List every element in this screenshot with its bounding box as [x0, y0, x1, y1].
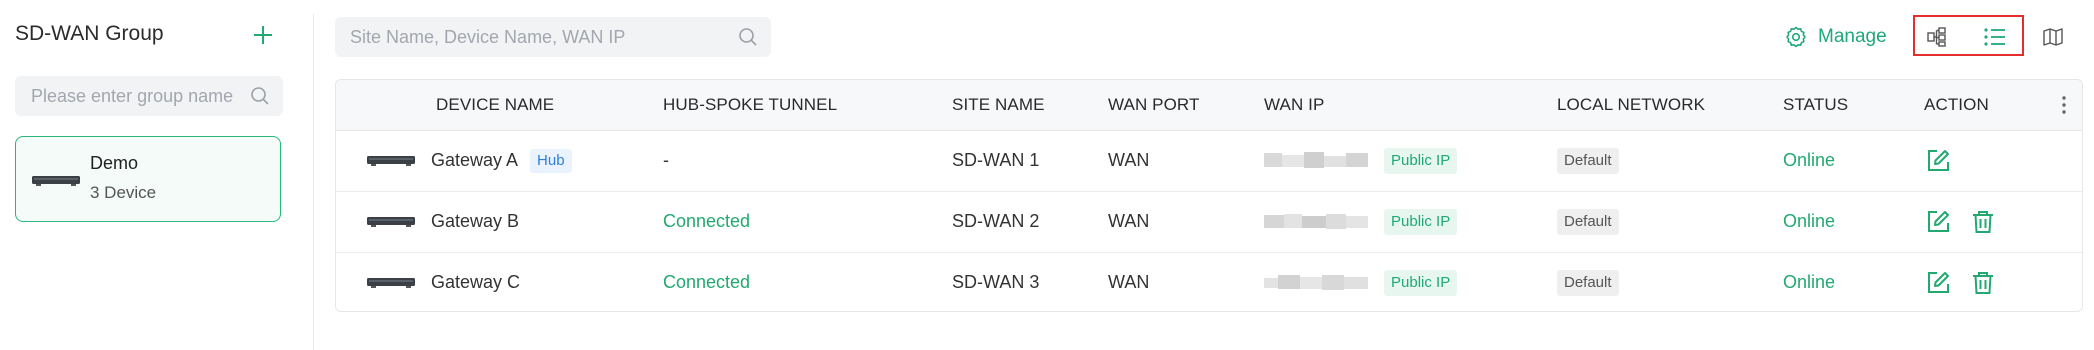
group-card-demo[interactable]: Demo 3 Device [15, 136, 281, 222]
site-name: SD-WAN 2 [952, 211, 1040, 231]
status-text: Online [1783, 150, 1836, 170]
gateway-device-icon [367, 217, 415, 227]
edit-icon[interactable] [1925, 209, 1951, 235]
wan-port: WAN [1108, 272, 1150, 292]
search-icon[interactable] [738, 27, 758, 47]
tunnel-status: Connected [663, 272, 751, 292]
table-row: Gateway C Connected SD-WAN 3 WAN Public … [336, 252, 2082, 311]
add-group-button[interactable] [248, 20, 278, 50]
plus-icon [254, 26, 272, 44]
gateway-device-icon [367, 278, 415, 288]
list-icon [1984, 28, 2005, 46]
column-header-wan-port[interactable]: WAN PORT [1108, 80, 1199, 130]
device-search-input[interactable] [335, 17, 730, 57]
list-view-button[interactable] [1978, 22, 2012, 52]
more-vertical-icon[interactable] [2056, 94, 2072, 116]
device-name[interactable]: Gateway A [431, 150, 518, 170]
column-header-site-name[interactable]: SITE NAME [952, 80, 1045, 130]
manage-button[interactable]: Manage [1784, 22, 1887, 52]
column-header-device-name[interactable]: DEVICE NAME [436, 80, 554, 130]
delete-icon[interactable] [1970, 209, 1996, 235]
device-name[interactable]: Gateway C [431, 252, 520, 311]
status-text: Online [1783, 211, 1836, 231]
status-text: Online [1783, 272, 1836, 292]
column-header-local-network[interactable]: LOCAL NETWORK [1557, 80, 1705, 130]
gateway-device-icon [32, 176, 80, 186]
column-header-wan-ip[interactable]: WAN IP [1264, 80, 1324, 130]
column-header-status[interactable]: STATUS [1783, 80, 1848, 130]
site-name: SD-WAN 1 [952, 150, 1040, 170]
public-ip-badge: Public IP [1384, 270, 1458, 296]
map-icon [2043, 28, 2063, 46]
sidebar: SD-WAN Group Demo 3 Device [0, 0, 313, 350]
local-network-badge: Default [1557, 148, 1619, 174]
table-header: DEVICE NAME HUB-SPOKE TUNNEL SITE NAME W… [336, 80, 2082, 131]
column-header-hub-spoke-tunnel[interactable]: HUB-SPOKE TUNNEL [663, 80, 837, 130]
wan-port: WAN [1108, 150, 1150, 170]
topology-icon [1927, 27, 1946, 47]
tunnel-status: - [663, 150, 669, 170]
delete-icon[interactable] [1970, 270, 1996, 296]
sidebar-divider [313, 14, 314, 350]
tunnel-status: Connected [663, 211, 751, 231]
group-name: Demo [90, 153, 139, 173]
map-view-button[interactable] [2036, 22, 2070, 52]
hub-badge: Hub [530, 149, 572, 174]
column-header-action: ACTION [1924, 95, 1989, 114]
gateway-device-icon [367, 156, 415, 166]
sidebar-title: SD-WAN Group [15, 22, 164, 45]
search-icon[interactable] [250, 86, 270, 106]
wan-port: WAN [1108, 211, 1150, 231]
wan-ip-redacted [1264, 152, 1368, 168]
group-device-count: 3 Device [90, 183, 157, 202]
device-table: DEVICE NAME HUB-SPOKE TUNNEL SITE NAME W… [335, 79, 2083, 312]
edit-icon[interactable] [1925, 270, 1951, 296]
group-search-input[interactable] [15, 76, 251, 116]
wan-ip-redacted [1264, 275, 1368, 290]
public-ip-badge: Public IP [1384, 148, 1458, 174]
local-network-badge: Default [1557, 209, 1619, 235]
gear-icon [1786, 26, 1806, 48]
wan-ip-redacted [1264, 214, 1368, 229]
edit-icon[interactable] [1925, 148, 1951, 174]
public-ip-badge: Public IP [1384, 209, 1458, 235]
device-name[interactable]: Gateway B [431, 191, 519, 252]
device-name-cell: Gateway A Hub [431, 130, 572, 191]
device-search-field [335, 17, 771, 57]
group-search-field [15, 76, 283, 116]
topology-view-button[interactable] [1920, 22, 1954, 52]
table-row: Gateway B Connected SD-WAN 2 WAN Public … [336, 191, 2082, 253]
manage-label: Manage [1818, 26, 1887, 47]
table-row: Gateway A Hub - SD-WAN 1 WAN Public IP De… [336, 130, 2082, 192]
site-name: SD-WAN 3 [952, 272, 1040, 292]
local-network-badge: Default [1557, 270, 1619, 296]
